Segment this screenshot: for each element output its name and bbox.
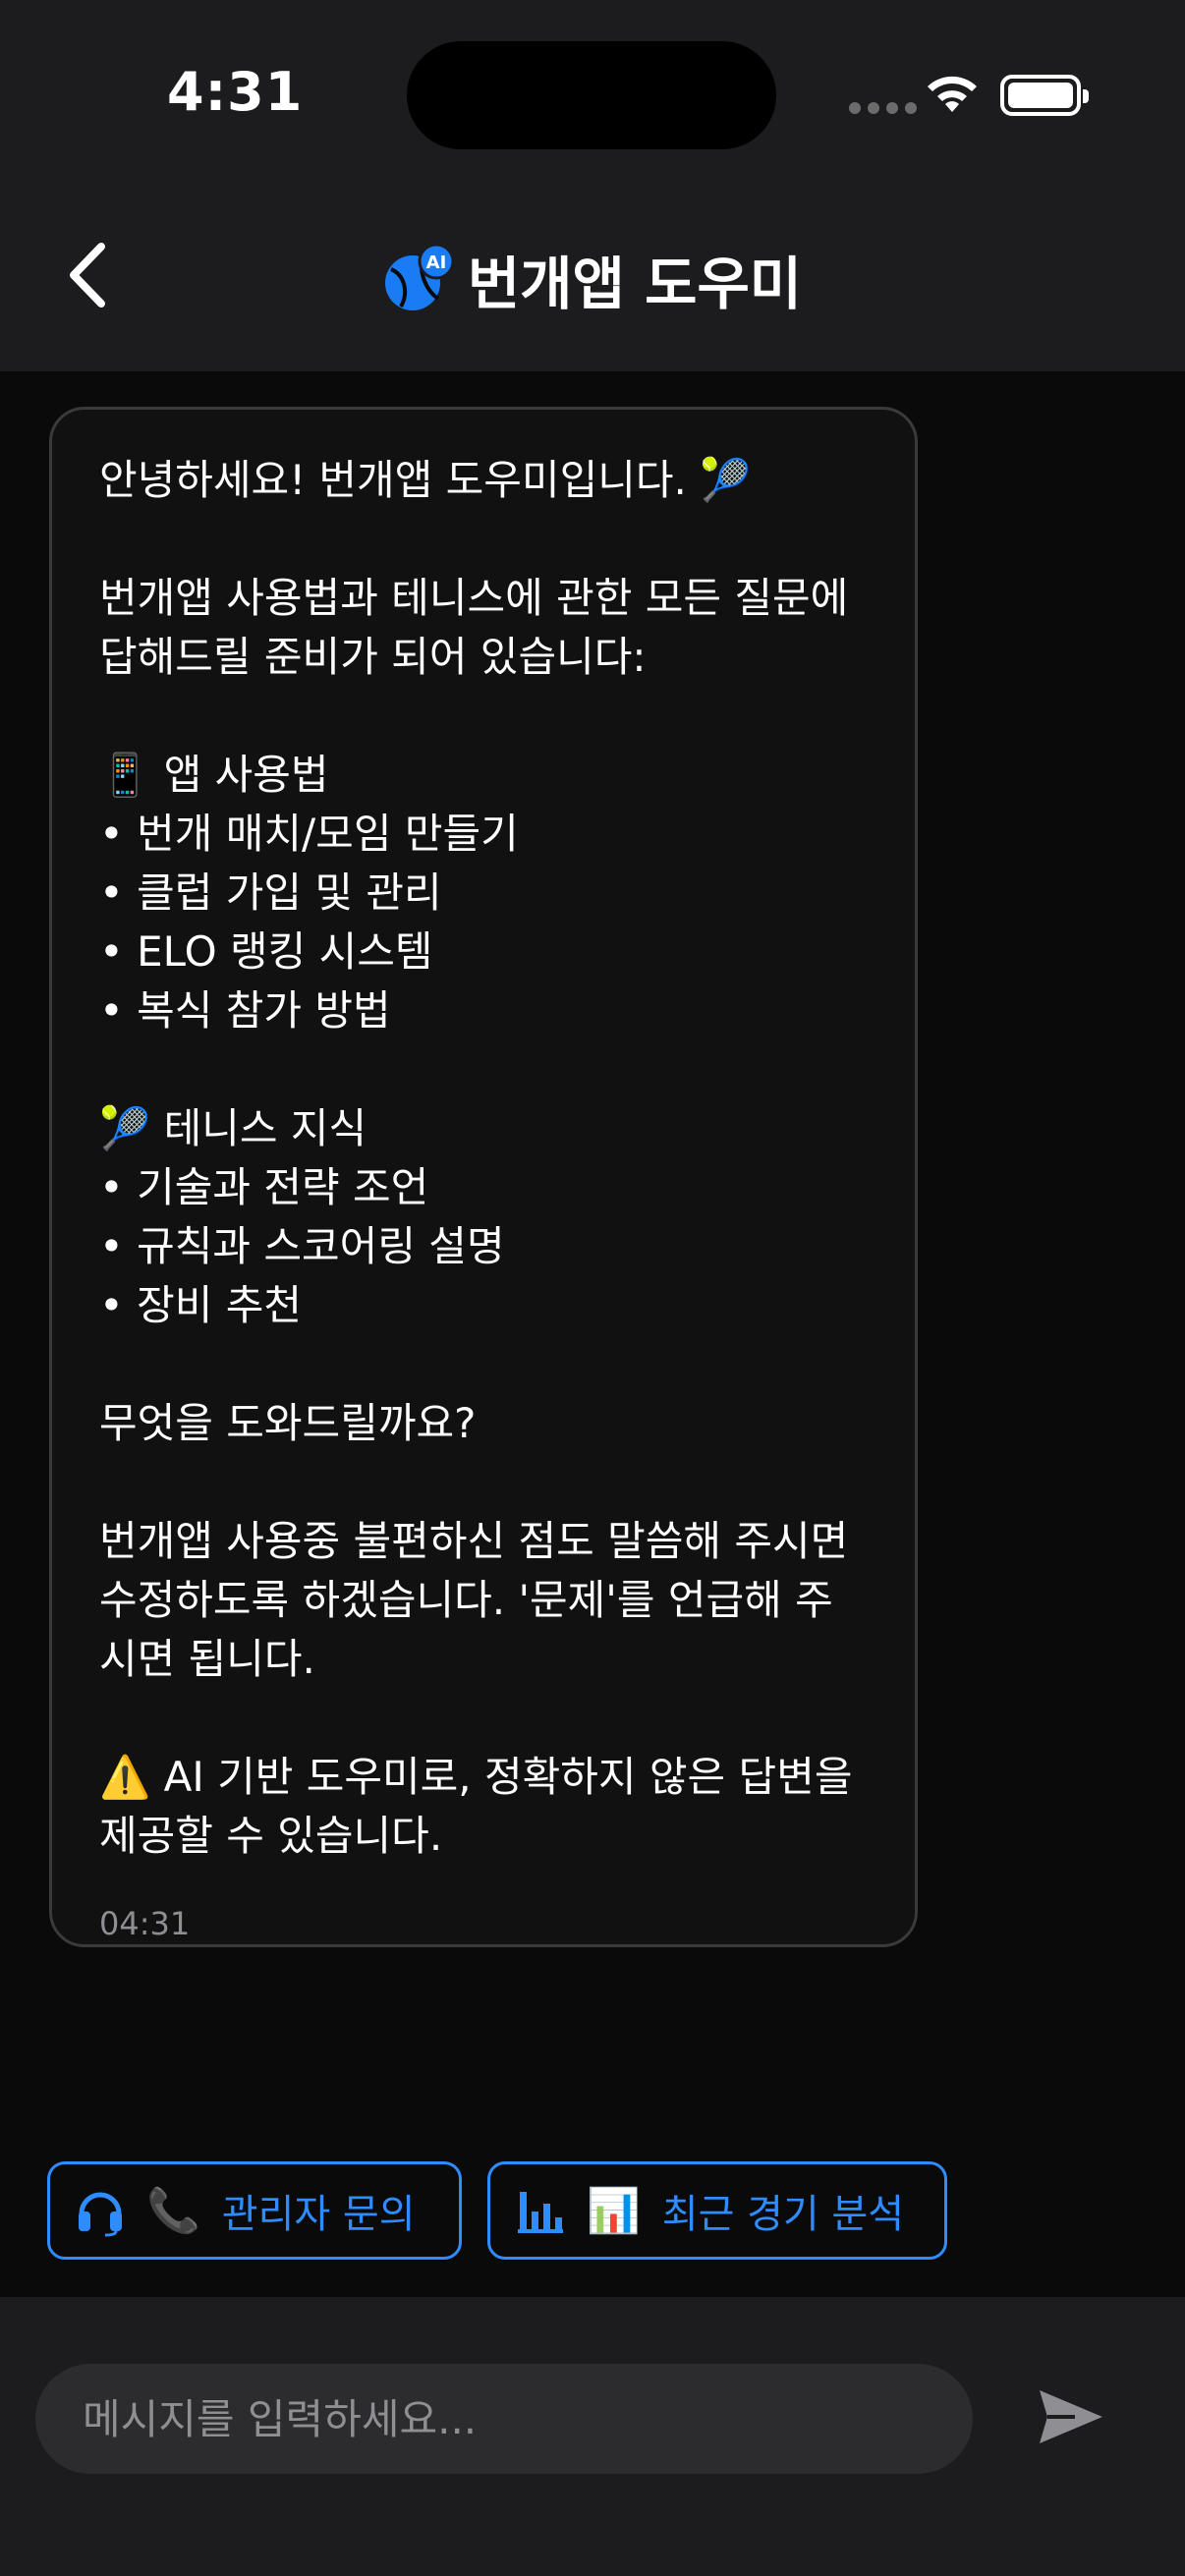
recent-match-analysis-button[interactable]: 📊 최근 경기 분석	[487, 2161, 947, 2260]
dynamic-island	[407, 41, 776, 149]
status-time: 4:31	[167, 61, 304, 123]
back-button[interactable]	[53, 236, 122, 314]
headset-icon	[79, 2192, 122, 2237]
chart-emoji: 📊	[587, 2186, 641, 2236]
bar-chart-icon	[518, 2192, 563, 2233]
tennis-ball-ai-icon: AI	[383, 243, 455, 314]
contact-admin-button[interactable]: 📞 관리자 문의	[47, 2161, 462, 2260]
header-title-group: AI 번개앱 도우미	[0, 187, 1185, 371]
send-icon	[1040, 2390, 1102, 2443]
page-title: 번개앱 도우미	[467, 251, 803, 317]
logo-badge: AI	[425, 252, 446, 273]
contact-admin-label: 관리자 문의	[221, 2192, 416, 2237]
message-timestamp: 04:31	[99, 1905, 191, 1942]
input-bar	[0, 2297, 1185, 2576]
status-bar: 4:31	[0, 0, 1185, 187]
chevron-left-icon	[70, 243, 105, 308]
message-input[interactable]	[35, 2364, 973, 2474]
chat-screen: 4:31 AI 번개앱 도우미 안녕하세요! 번개앱 도우미입니다. 🎾 번개앱…	[0, 0, 1185, 2576]
header: AI 번개앱 도우미	[0, 187, 1185, 371]
wifi-icon	[928, 76, 977, 112]
quick-actions: 📞 관리자 문의 📊 최근 경기 분석	[0, 2161, 1185, 2260]
message-text: 안녕하세요! 번개앱 도우미입니다. 🎾 번개앱 사용법과 테니스에 관한 모든…	[99, 456, 853, 1860]
signal-icon	[849, 102, 917, 114]
assistant-message-bubble: 안녕하세요! 번개앱 도우미입니다. 🎾 번개앱 사용법과 테니스에 관한 모든…	[49, 407, 918, 1947]
phone-emoji: 📞	[146, 2186, 200, 2236]
recent-match-analysis-label: 최근 경기 분석	[661, 2192, 905, 2237]
battery-icon	[1000, 75, 1089, 116]
send-button[interactable]	[1032, 2368, 1110, 2466]
chat-area[interactable]: 안녕하세요! 번개앱 도우미입니다. 🎾 번개앱 사용법과 테니스에 관한 모든…	[0, 371, 1185, 2297]
